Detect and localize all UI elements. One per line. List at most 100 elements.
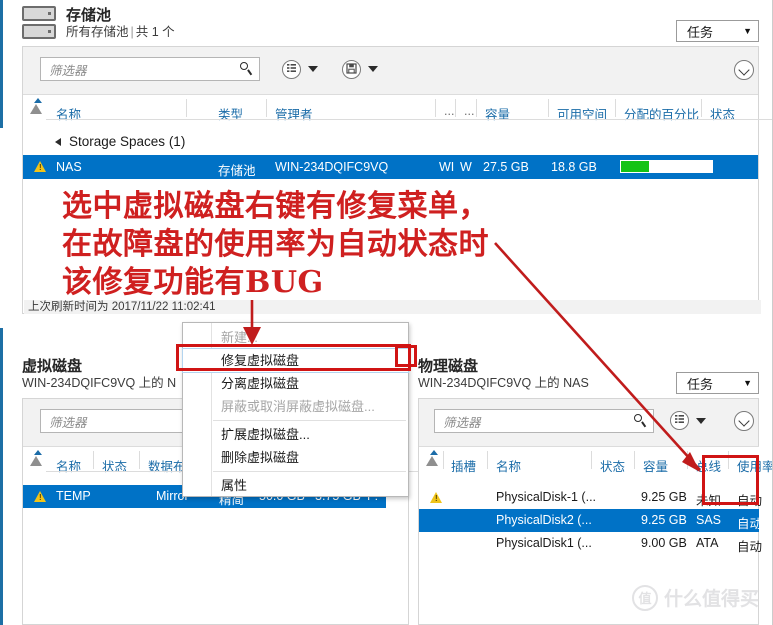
storage-pools-screen: 存储池 所有存储池 | 共 1 个 任务 ▼ 筛选器 名称 类型 管理者 ...… — [0, 0, 773, 625]
vd-row-name: TEMP — [56, 489, 91, 503]
pd-col-bus[interactable]: 总线 — [696, 456, 721, 475]
pools-col-status[interactable]: 状态 — [710, 104, 735, 123]
list-view-icon[interactable] — [282, 60, 301, 79]
pools-col-b[interactable]: ... — [464, 104, 474, 118]
pool-row-free: 18.8 GB — [551, 160, 597, 174]
pools-col-allocated[interactable]: 分配的百分比 — [624, 104, 699, 123]
subtitle-all-pools: 所有存储池 — [66, 24, 129, 39]
virtual-disk-context-menu[interactable]: 新建... 修复虚拟磁盘 分离虚拟磁盘 屏蔽或取消屏蔽虚拟磁盘... 扩展虚拟磁盘...… — [182, 322, 409, 497]
pool-row-col-b: W — [460, 160, 472, 174]
context-menu-separator — [213, 420, 406, 421]
watermark: 值 什么值得买 — [631, 584, 759, 611]
chevron-down-icon: ▼ — [743, 26, 752, 36]
context-menu-item[interactable]: 属性 — [183, 474, 408, 497]
pools-col-capacity[interactable]: 容量 — [485, 104, 510, 123]
context-menu-item[interactable]: 修复虚拟磁盘 — [182, 348, 409, 373]
chevron-down-icon: ▼ — [743, 378, 752, 388]
pd-row-name: PhysicalDisk1 (... — [496, 536, 592, 550]
vd-col-status[interactable]: 状态 — [102, 456, 127, 475]
context-menu-item[interactable]: 删除虚拟磁盘 — [183, 446, 408, 469]
watermark-logo: 值 — [631, 584, 658, 611]
warning-icon: ! — [34, 491, 46, 502]
warning-column-icon — [426, 456, 438, 466]
physical-disks-title: 物理磁盘 — [418, 358, 479, 375]
save-icon[interactable] — [342, 60, 361, 79]
pools-col-free[interactable]: 可用空间 — [557, 104, 607, 123]
pool-row-name: NAS — [56, 160, 82, 174]
pd-row-capacity: 9.25 GB — [641, 490, 687, 504]
subtitle-separator: | — [130, 24, 134, 39]
physical-disks-tasks-label: 任务 — [687, 376, 714, 392]
pd-row-usage: 自动 — [737, 517, 763, 531]
page-title: 存储池 — [66, 6, 112, 24]
list-view-icon[interactable] — [670, 411, 689, 430]
pool-row-capacity: 27.5 GB — [483, 160, 529, 174]
virtual-disks-title: 虚拟磁盘 — [22, 358, 83, 375]
physical-disks-header: 物理磁盘 WIN-234DQIFC9VQ 上的 NAS — [418, 358, 589, 391]
context-menu-separator — [213, 471, 406, 472]
sort-ascending-icon[interactable] — [430, 450, 438, 455]
left-accent-strip-gap — [0, 128, 3, 328]
physical-disks-tasks-button[interactable]: 任务 ▼ — [676, 372, 759, 394]
annotation-line-3: 该修复功能有BUG — [62, 265, 324, 300]
physical-disks-table-row[interactable]: PhysicalDisk1 (... 9.00 GB ATA 自动 — [419, 532, 763, 555]
pools-col-name[interactable]: 名称 — [56, 104, 81, 123]
allocation-progress-bar — [620, 160, 713, 173]
pools-group-label: Storage Spaces (1) — [69, 134, 186, 149]
pools-tasks-label: 任务 — [687, 24, 714, 40]
pools-table-header: 名称 类型 管理者 ... ... 容量 可用空间 分配的百分比 状态 — [23, 94, 773, 123]
physical-disks-table-row[interactable]: PhysicalDisk2 (... 9.25 GB SAS 自动 — [419, 509, 763, 532]
physical-disks-table-row[interactable]: ! PhysicalDisk-1 (... 9.25 GB 未知 自动 — [419, 486, 763, 509]
pools-col-manager[interactable]: 管理者 — [275, 104, 313, 123]
pd-row-name: PhysicalDisk-1 (... — [496, 490, 597, 504]
physical-disks-table-header: 插槽 名称 状态 容量 总线 使用率 — [419, 446, 773, 475]
virtual-disks-subtitle: WIN-234DQIFC9VQ 上的 N — [22, 376, 177, 390]
list-view-dropdown-caret-icon[interactable] — [696, 418, 706, 424]
save-dropdown-caret-icon[interactable] — [368, 66, 378, 72]
pd-col-name[interactable]: 名称 — [496, 456, 521, 475]
storage-pools-header: 存储池 所有存储池 | 共 1 个 — [22, 6, 175, 40]
sort-ascending-icon[interactable] — [34, 450, 42, 455]
context-menu-item[interactable]: 分离虚拟磁盘 — [183, 372, 408, 395]
search-icon — [633, 414, 647, 428]
pd-col-usage[interactable]: 使用率 — [737, 456, 773, 475]
collapse-triangle-icon[interactable] — [55, 137, 61, 146]
subtitle-count: 共 1 个 — [135, 24, 175, 39]
pools-col-type[interactable]: 类型 — [218, 104, 243, 123]
pd-row-bus: SAS — [696, 513, 722, 527]
list-view-dropdown-caret-icon[interactable] — [308, 66, 318, 72]
virtual-disks-filter-placeholder: 筛选器 — [49, 415, 87, 430]
pd-row-usage: 自动 — [737, 494, 763, 508]
pools-group-row[interactable]: Storage Spaces (1) — [55, 134, 185, 149]
pools-table-row[interactable]: ! NAS 存储池 WIN-234DQIFC9VQ WI W 27.5 GB 1… — [23, 155, 758, 179]
pd-col-capacity[interactable]: 容量 — [643, 456, 668, 475]
page-subtitle: 所有存储池 | 共 1 个 — [66, 24, 175, 40]
warning-icon: ! — [430, 492, 442, 503]
physical-disks-filter-placeholder: 筛选器 — [443, 415, 481, 430]
vd-col-name[interactable]: 名称 — [56, 456, 81, 475]
pools-col-a[interactable]: ... — [444, 104, 454, 118]
physical-disks-expand-toggle[interactable] — [734, 411, 754, 431]
context-menu-item: 屏蔽或取消屏蔽虚拟磁盘... — [221, 399, 375, 414]
annotation-line-2: 在故障盘的使用率为自动状态时 — [62, 227, 489, 262]
pd-row-bus: 未知 — [696, 494, 722, 508]
physical-disks-subtitle: WIN-234DQIFC9VQ 上的 NAS — [418, 376, 589, 390]
pool-row-type: 存储池 — [218, 164, 256, 178]
warning-column-icon — [30, 456, 42, 466]
context-menu-item[interactable]: 扩展虚拟磁盘... — [183, 423, 408, 446]
physical-disks-filter-input[interactable]: 筛选器 — [434, 409, 654, 433]
pd-col-status[interactable]: 状态 — [600, 456, 625, 475]
watermark-text: 什么值得买 — [663, 589, 759, 610]
warning-column-icon — [30, 104, 42, 114]
pools-expand-toggle[interactable] — [734, 60, 754, 80]
pd-col-slot[interactable]: 插槽 — [451, 456, 476, 475]
sort-ascending-icon[interactable] — [34, 98, 42, 103]
pd-row-capacity: 9.25 GB — [641, 513, 687, 527]
pd-row-usage: 自动 — [737, 540, 763, 554]
pool-row-manager: WIN-234DQIFC9VQ — [275, 160, 389, 174]
pools-filter-input[interactable]: 筛选器 — [40, 57, 260, 81]
pools-tasks-button[interactable]: 任务 ▼ — [676, 20, 759, 42]
pool-row-col-a: WI — [439, 160, 455, 174]
pools-filter-placeholder: 筛选器 — [49, 63, 87, 78]
pools-refresh-note: 上次刷新时间为 2017/11/22 11:02:41 — [24, 300, 761, 314]
